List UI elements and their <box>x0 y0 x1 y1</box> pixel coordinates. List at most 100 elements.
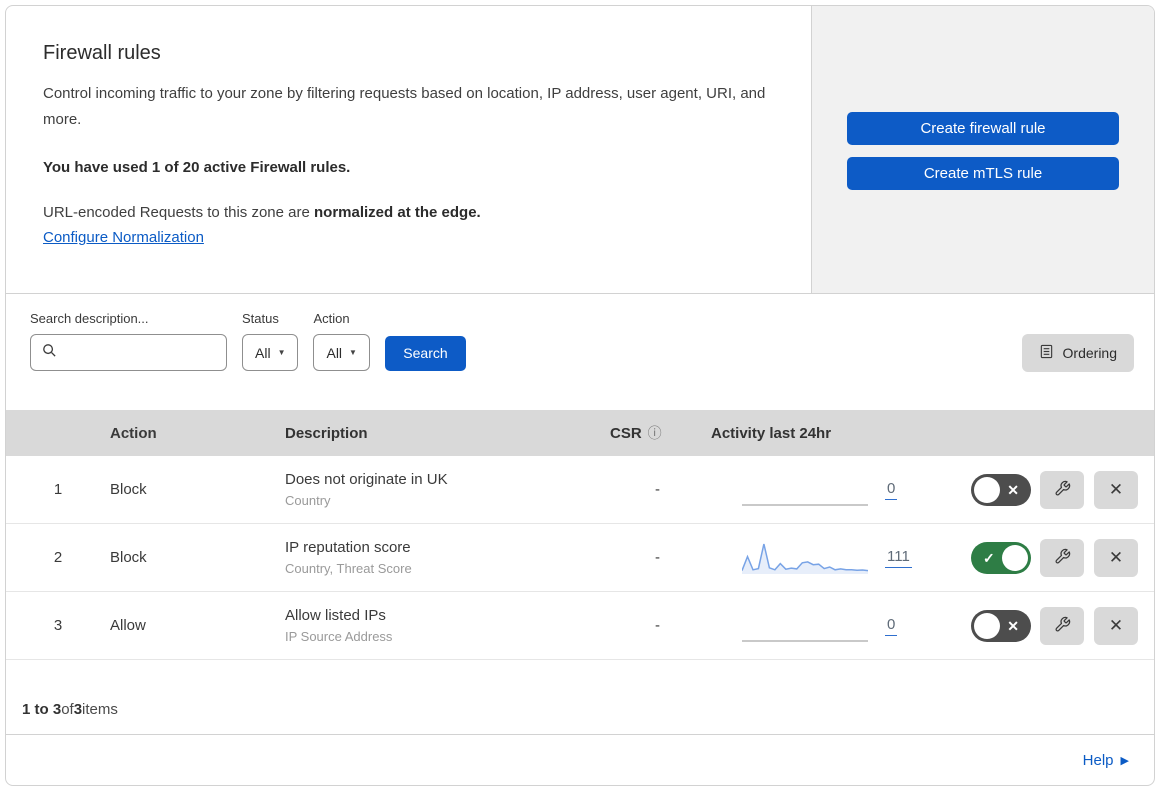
help-link-label: Help <box>1082 751 1114 769</box>
normalization-text: URL-encoded Requests to this zone are <box>43 204 314 221</box>
wrench-icon <box>1054 616 1071 636</box>
rule-fields: Country <box>285 493 331 508</box>
of-text: of <box>61 701 74 718</box>
status-filter-select[interactable]: All ▼ <box>242 334 299 371</box>
table-row: 1 Block Does not originate in UK Country… <box>6 456 1154 524</box>
create-firewall-rule-button[interactable]: Create firewall rule <box>847 112 1119 145</box>
page-title: Firewall rules <box>43 42 161 64</box>
toggle-knob <box>1002 544 1028 571</box>
chevron-down-icon: ▼ <box>277 348 286 357</box>
normalization-bold-text: normalized at the edge. <box>314 204 481 221</box>
filter-bar: Search description... Status All ▼ Actio… <box>6 294 1154 410</box>
rule-priority: 1 <box>53 481 63 498</box>
activity-sparkline <box>742 473 868 507</box>
ordering-button-label: Ordering <box>1062 345 1117 361</box>
search-field-label: Search description... <box>30 311 149 326</box>
toggle-state-icon: ✓ <box>983 549 995 566</box>
action-filter-value: All <box>326 344 343 361</box>
activity-count-link[interactable]: 0 <box>885 616 898 636</box>
rule-description: Allow listed IPs <box>285 607 386 624</box>
arrow-right-icon: ▶ <box>1120 754 1129 767</box>
activity-sparkline <box>741 541 869 575</box>
edit-rule-button[interactable] <box>1040 470 1084 509</box>
configure-normalization-link[interactable]: Configure Normalization <box>43 229 204 246</box>
search-input-box[interactable] <box>30 334 227 371</box>
chevron-down-icon: ▼ <box>349 348 357 357</box>
edit-rule-button[interactable] <box>1040 606 1084 645</box>
page-description: Control incoming traffic to your zone by… <box>43 85 766 128</box>
toggle-cell: ✕ <box>971 473 1031 506</box>
toggle-knob <box>974 476 1000 503</box>
table-row: 2 Block IP reputation score Country, Thr… <box>6 524 1154 592</box>
status-filter-value: All <box>255 344 271 361</box>
wrench-icon <box>1054 480 1071 500</box>
total-count: 3 <box>73 701 83 718</box>
rule-action: Block <box>110 549 147 566</box>
help-bar: Help ▶ <box>6 734 1154 785</box>
header-section: Firewall rules Control incoming traffic … <box>6 6 1154 294</box>
toggle-cell: ✓ <box>971 541 1031 574</box>
activity-count-link[interactable]: 111 <box>885 548 912 568</box>
rule-csr-value: - <box>655 549 660 566</box>
wrench-icon <box>1054 548 1071 568</box>
usage-summary: You have used 1 of 20 active Firewall ru… <box>43 159 351 176</box>
csr-header-label: CSR <box>610 424 642 442</box>
toggle-state-icon: ✕ <box>1007 617 1019 634</box>
status-filter-field: Status All ▼ <box>242 311 299 371</box>
rule-activity-cell: 0 <box>705 609 971 643</box>
close-icon: ✕ <box>1108 547 1124 567</box>
rule-csr-value: - <box>655 617 660 634</box>
header-text-block: Firewall rules Control incoming traffic … <box>6 6 811 293</box>
edit-rule-button[interactable] <box>1040 538 1084 577</box>
info-icon[interactable]: ⓘ <box>648 423 662 443</box>
activity-column-header: Activity last 24hr <box>711 424 832 442</box>
search-field: Search description... <box>30 311 227 371</box>
rule-fields: Country, Threat Score <box>285 561 412 576</box>
rule-action: Allow <box>110 617 146 634</box>
search-button[interactable]: Search <box>384 336 466 371</box>
close-icon: ✕ <box>1108 615 1124 635</box>
search-input[interactable] <box>57 344 226 361</box>
table-header: Action Description CSR ⓘ Activity last 2… <box>6 410 1154 456</box>
rule-description: IP reputation score <box>285 539 411 556</box>
status-filter-label: Status <box>242 311 279 326</box>
rule-activity-cell: 0 <box>705 473 971 507</box>
range-text: 1 to 3 <box>22 701 62 718</box>
rule-priority: 3 <box>53 617 63 634</box>
toggle-cell: ✕ <box>971 609 1031 642</box>
activity-count-link[interactable]: 0 <box>885 480 898 500</box>
rule-csr-value: - <box>655 481 660 498</box>
action-column-header: Action <box>110 424 157 442</box>
ordering-button[interactable]: Ordering <box>1021 334 1134 372</box>
toggle-state-icon: ✕ <box>1007 481 1019 498</box>
action-filter-label: Action <box>313 311 350 326</box>
action-filter-field: Action All ▼ <box>313 311 370 371</box>
rule-enabled-toggle[interactable]: ✕ <box>971 473 1031 506</box>
rule-description-cell: Allow listed IPs IP Source Address <box>285 607 610 644</box>
search-icon <box>42 343 57 363</box>
table-row: 3 Allow Allow listed IPs IP Source Addre… <box>6 592 1154 660</box>
rule-description-cell: IP reputation score Country, Threat Scor… <box>285 539 610 576</box>
rule-fields: IP Source Address <box>285 629 393 644</box>
delete-rule-button[interactable]: ✕ <box>1094 538 1138 577</box>
toggle-knob <box>974 612 1000 639</box>
normalization-note: URL-encoded Requests to this zone are no… <box>43 204 771 221</box>
csr-column-header: CSR ⓘ <box>610 423 705 443</box>
rule-enabled-toggle[interactable]: ✓ <box>971 541 1031 574</box>
close-icon: ✕ <box>1108 479 1124 499</box>
list-ordering-icon <box>1039 344 1054 362</box>
rule-enabled-toggle[interactable]: ✕ <box>971 609 1031 642</box>
action-filter-select[interactable]: All ▼ <box>313 334 370 371</box>
rule-priority: 2 <box>53 549 63 566</box>
actions-panel: Create firewall rule Create mTLS rule <box>811 6 1154 293</box>
delete-rule-button[interactable]: ✕ <box>1094 606 1138 645</box>
firewall-rules-card: Firewall rules Control incoming traffic … <box>5 5 1155 786</box>
rule-description: Does not originate in UK <box>285 471 448 488</box>
description-column-header: Description <box>285 424 368 442</box>
delete-rule-button[interactable]: ✕ <box>1094 470 1138 509</box>
help-link[interactable]: Help ▶ <box>1083 752 1129 769</box>
rule-activity-cell: 111 <box>705 541 971 575</box>
activity-sparkline <box>742 609 868 643</box>
rule-description-cell: Does not originate in UK Country <box>285 471 610 508</box>
create-mtls-rule-button[interactable]: Create mTLS rule <box>847 157 1119 190</box>
